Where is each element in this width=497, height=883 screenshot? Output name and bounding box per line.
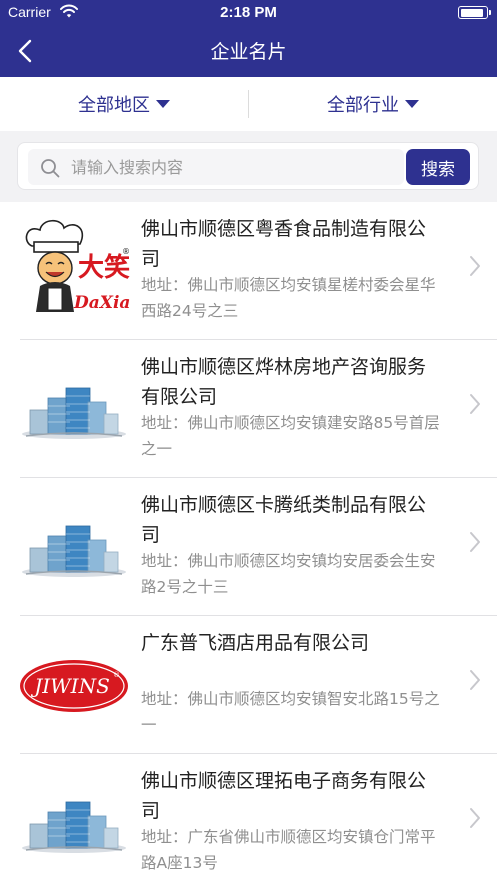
company-name: 佛山市顺德区烨林房地产咨询服务有限公司 <box>141 356 427 408</box>
svg-text:JIWINS: JIWINS <box>30 674 110 698</box>
company-name: 佛山市顺德区理拓电子商务有限公司 <box>141 770 427 822</box>
building-icon <box>22 387 126 439</box>
building-icon <box>22 525 126 577</box>
search-input[interactable] <box>71 149 396 185</box>
search-button[interactable]: 搜索 <box>406 149 470 185</box>
company-address: 地址：佛山市顺德区均安镇均安居委会生安路2号之十三 <box>141 552 436 596</box>
company-address: 地址：广东省佛山市顺德区均安镇仓门常平路A座13号 <box>141 828 436 872</box>
company-name: 佛山市顺德区卡腾纸类制品有限公司 <box>141 494 427 546</box>
svg-text:DaXiao: DaXiao <box>73 293 130 313</box>
region-filter-dropdown[interactable]: 全部地区 <box>0 77 248 131</box>
top-bar: Carrier 2:18 PM 企业名片 <box>0 0 497 77</box>
company-name: 广东普飞酒店用品有限公司 <box>141 632 370 654</box>
chevron-right-icon <box>470 394 480 414</box>
chevron-right-icon <box>470 670 480 690</box>
battery-icon <box>458 6 491 19</box>
building-icon <box>22 801 126 853</box>
list-item[interactable]: 大笑 ® DaXiao 佛山市顺德区粤香食品制造有限公司 地址：佛山市顺德区均安… <box>0 202 497 340</box>
company-address: 地址：佛山市顺德区均安镇智安北路15号之一 <box>141 690 440 734</box>
list-item[interactable]: 佛山市顺德区理拓电子商务有限公司 地址：广东省佛山市顺德区均安镇仓门常平路A座1… <box>0 754 497 883</box>
search-section: 搜索 <box>0 131 497 202</box>
caret-down-icon <box>156 100 170 108</box>
company-name: 佛山市顺德区粤香食品制造有限公司 <box>141 218 427 270</box>
page-title: 企业名片 <box>210 41 287 63</box>
daxiao-chef-logo: 大笑 ® DaXiao <box>25 219 130 313</box>
list-item[interactable]: JIWINS ® 广东普飞酒店用品有限公司 地址：佛山市顺德区均安镇智安北路15… <box>0 616 497 754</box>
filter-bar: 全部地区 全部行业 <box>0 77 497 131</box>
company-address: 地址：佛山市顺德区均安镇星槎村委会星华西路24号之三 <box>141 276 436 320</box>
company-address: 地址：佛山市顺德区均安镇建安路85号首层之一 <box>141 414 440 458</box>
chevron-right-icon <box>470 532 480 552</box>
search-icon <box>41 159 60 178</box>
region-filter-label: 全部地区 <box>78 95 150 116</box>
industry-filter-dropdown[interactable]: 全部行业 <box>249 77 497 131</box>
svg-text:大笑: 大笑 <box>78 252 130 283</box>
clock: 2:18 PM <box>220 4 277 21</box>
chevron-right-icon <box>470 256 480 276</box>
industry-filter-label: 全部行业 <box>327 95 399 116</box>
svg-text:®: ® <box>122 247 130 256</box>
nav-bar: 企业名片 <box>0 26 497 77</box>
search-box: 搜索 <box>17 142 479 190</box>
jiwins-logo: JIWINS ® <box>20 660 128 712</box>
caret-down-icon <box>405 100 419 108</box>
list-item[interactable]: 佛山市顺德区卡腾纸类制品有限公司 地址：佛山市顺德区均安镇均安居委会生安路2号之… <box>0 478 497 616</box>
chevron-right-icon <box>470 808 480 828</box>
search-field <box>28 149 404 185</box>
status-bar: Carrier 2:18 PM <box>0 0 497 26</box>
list-item[interactable]: 佛山市顺德区烨林房地产咨询服务有限公司 地址：佛山市顺德区均安镇建安路85号首层… <box>0 340 497 478</box>
company-list: 大笑 ® DaXiao 佛山市顺德区粤香食品制造有限公司 地址：佛山市顺德区均安… <box>0 202 497 883</box>
svg-text:®: ® <box>113 671 120 679</box>
